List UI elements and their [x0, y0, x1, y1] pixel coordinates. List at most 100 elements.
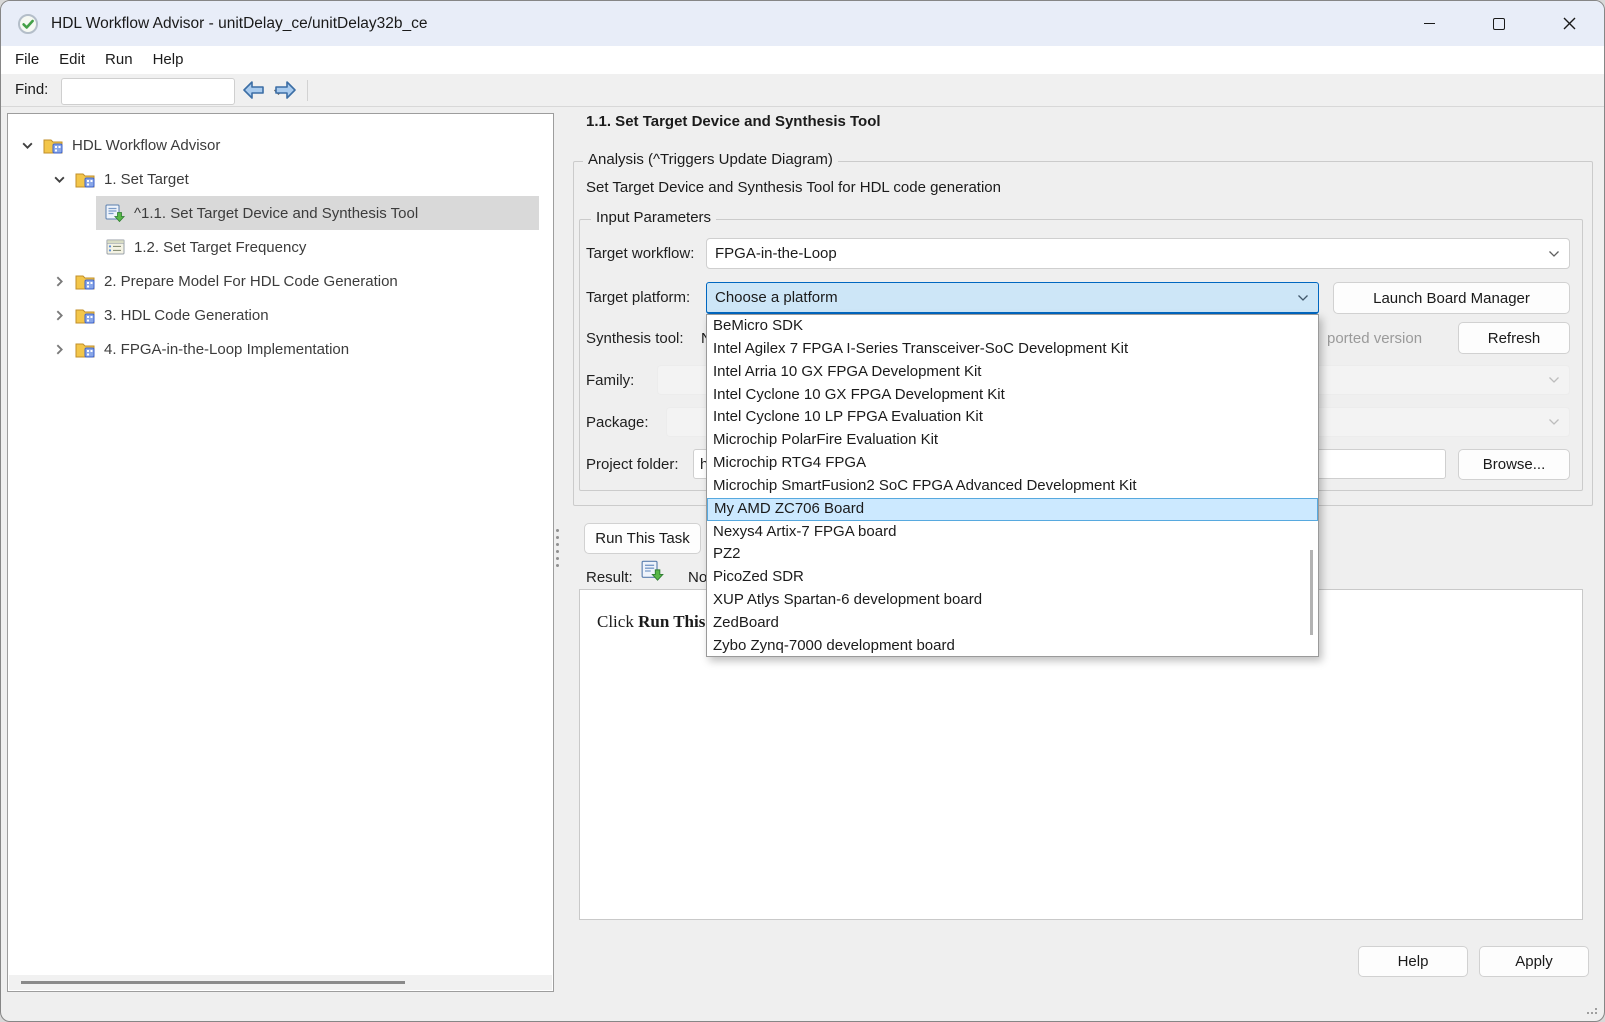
dropdown-item[interactable]: Microchip SmartFusion2 SoC FPGA Advanced…: [707, 475, 1318, 498]
menu-run[interactable]: Run: [95, 46, 143, 74]
tree-horizontal-scrollbar[interactable]: [9, 975, 552, 990]
menubar: File Edit Run Help: [1, 46, 1604, 74]
tree-item-set-target[interactable]: 1. Set Target: [50, 162, 553, 196]
workflow-folder-icon: [74, 171, 96, 188]
tree-item-label: 1.2. Set Target Frequency: [134, 239, 306, 256]
synthesis-tool-label: Synthesis tool:: [586, 330, 684, 347]
tree-item-label: 3. HDL Code Generation: [104, 307, 269, 324]
chevron-collapsed-icon[interactable]: [50, 275, 68, 288]
close-button[interactable]: [1546, 7, 1592, 41]
result-body-text: Click Run This: [597, 612, 705, 632]
window-title: HDL Workflow Advisor - unitDelay_ce/unit…: [51, 15, 427, 33]
minimize-icon: [1424, 23, 1435, 25]
task-run-icon: [641, 560, 665, 586]
dropdown-item-selected[interactable]: My AMD ZC706 Board: [707, 498, 1318, 521]
chevron-down-icon: [1297, 294, 1309, 302]
tree-item-set-target-frequency[interactable]: 1.2. Set Target Frequency: [96, 230, 553, 264]
browse-button[interactable]: Browse...: [1458, 449, 1570, 480]
package-label: Package:: [586, 414, 649, 431]
target-workflow-value: FPGA-in-the-Loop: [707, 245, 1548, 262]
menu-file[interactable]: File: [5, 46, 49, 74]
project-folder-label: Project folder:: [586, 456, 679, 473]
dropdown-item[interactable]: PicoZed SDR: [707, 566, 1318, 589]
find-combobox[interactable]: [61, 78, 235, 105]
dropdown-item[interactable]: BeMicro SDK: [707, 315, 1318, 338]
tree-item-hdl-workflow-advisor[interactable]: HDL Workflow Advisor: [18, 128, 553, 162]
synthesis-version-note: ported version: [1327, 330, 1422, 347]
tree-item-label: 2. Prepare Model For HDL Code Generation: [104, 273, 398, 290]
body-text-bold: Run This: [638, 612, 705, 631]
tree-item-prepare-model[interactable]: 2. Prepare Model For HDL Code Generation: [50, 264, 553, 298]
close-icon: [1563, 17, 1576, 30]
list-icon: [104, 239, 126, 255]
refresh-button[interactable]: Refresh: [1458, 322, 1570, 354]
dropdown-item[interactable]: XUP Atlys Spartan-6 development board: [707, 589, 1318, 612]
arrow-right-icon: [272, 78, 298, 102]
task-description: Set Target Device and Synthesis Tool for…: [586, 179, 1001, 196]
tree-scrollbar-thumb[interactable]: [21, 981, 405, 984]
chevron-down-icon: [1548, 418, 1560, 426]
tree-item-fil-implementation[interactable]: 4. FPGA-in-the-Loop Implementation: [50, 332, 553, 366]
chevron-down-icon: [1548, 250, 1560, 258]
chevron-collapsed-icon[interactable]: [50, 343, 68, 356]
chevron-down-icon: [1548, 376, 1560, 384]
help-button[interactable]: Help: [1358, 946, 1468, 977]
tree-item-set-target-device-selected[interactable]: ^1.1. Set Target Device and Synthesis To…: [96, 196, 539, 230]
dropdown-item[interactable]: Nexys4 Artix-7 FPGA board: [707, 521, 1318, 544]
target-workflow-select[interactable]: FPGA-in-the-Loop: [706, 238, 1570, 269]
family-label: Family:: [586, 372, 634, 389]
workflow-folder-icon: [74, 273, 96, 290]
menu-help[interactable]: Help: [143, 46, 194, 74]
panel-splitter-handle[interactable]: [556, 529, 559, 567]
input-parameters-groupbox-label: Input Parameters: [591, 209, 716, 226]
tree-item-hdl-code-generation[interactable]: 3. HDL Code Generation: [50, 298, 553, 332]
app-check-icon: [17, 13, 39, 35]
dropdown-item[interactable]: Intel Cyclone 10 GX FPGA Development Kit: [707, 384, 1318, 407]
dropdown-item[interactable]: PZ2: [707, 543, 1318, 566]
hdl-workflow-advisor-window: HDL Workflow Advisor - unitDelay_ce/unit…: [0, 0, 1605, 1022]
chevron-collapsed-icon[interactable]: [50, 309, 68, 322]
target-platform-select[interactable]: Choose a platform: [706, 282, 1319, 314]
chevron-expanded-icon[interactable]: [18, 139, 36, 152]
task-run-icon: [104, 204, 126, 223]
dropdown-item[interactable]: Intel Agilex 7 FPGA I-Series Transceiver…: [707, 338, 1318, 361]
dropdown-item[interactable]: Intel Cyclone 10 LP FPGA Evaluation Kit: [707, 406, 1318, 429]
task-heading: 1.1. Set Target Device and Synthesis Too…: [586, 113, 881, 130]
find-toolbar: Find:: [1, 74, 1604, 107]
dropdown-item[interactable]: Microchip PolarFire Evaluation Kit: [707, 429, 1318, 452]
dropdown-item[interactable]: Zybo Zynq-7000 development board: [707, 635, 1318, 658]
toolbar-separator: [307, 80, 308, 101]
menu-edit[interactable]: Edit: [49, 46, 95, 74]
window-controls: [1406, 1, 1592, 46]
target-platform-dropdown-list: BeMicro SDK Intel Agilex 7 FPGA I-Series…: [706, 314, 1319, 657]
maximize-icon: [1493, 18, 1505, 30]
run-this-task-button[interactable]: Run This Task: [584, 523, 701, 554]
maximize-button[interactable]: [1476, 7, 1522, 41]
arrow-left-icon: [241, 78, 267, 102]
target-platform-value: Choose a platform: [707, 289, 1297, 306]
window-resize-grip[interactable]: [1587, 1004, 1597, 1014]
find-label: Find:: [15, 81, 48, 98]
chevron-expanded-icon[interactable]: [50, 173, 68, 186]
dropdown-item[interactable]: ZedBoard: [707, 612, 1318, 635]
target-workflow-label: Target workflow:: [586, 245, 694, 262]
workflow-tree-panel: HDL Workflow Advisor 1. Set Target ^1.1.…: [7, 113, 554, 992]
minimize-button[interactable]: [1406, 7, 1452, 41]
workflow-folder-icon: [74, 341, 96, 358]
apply-button[interactable]: Apply: [1479, 946, 1589, 977]
tree-item-label: HDL Workflow Advisor: [72, 137, 220, 154]
titlebar: HDL Workflow Advisor - unitDelay_ce/unit…: [1, 1, 1604, 46]
dropdown-item[interactable]: Intel Arria 10 GX FPGA Development Kit: [707, 361, 1318, 384]
workflow-folder-icon: [42, 137, 64, 154]
body-text-prefix: Click: [597, 612, 638, 631]
result-label: Result:: [586, 569, 633, 586]
dropdown-scrollbar-thumb[interactable]: [1310, 550, 1313, 635]
find-previous-button[interactable]: [241, 78, 267, 102]
tree-item-label: 1. Set Target: [104, 171, 189, 188]
target-platform-label: Target platform:: [586, 289, 690, 306]
find-next-button[interactable]: [272, 78, 298, 102]
analysis-groupbox-label: Analysis (^Triggers Update Diagram): [583, 151, 838, 168]
tree-item-label: 4. FPGA-in-the-Loop Implementation: [104, 341, 349, 358]
launch-board-manager-button[interactable]: Launch Board Manager: [1333, 282, 1570, 314]
dropdown-item[interactable]: Microchip RTG4 FPGA: [707, 452, 1318, 475]
